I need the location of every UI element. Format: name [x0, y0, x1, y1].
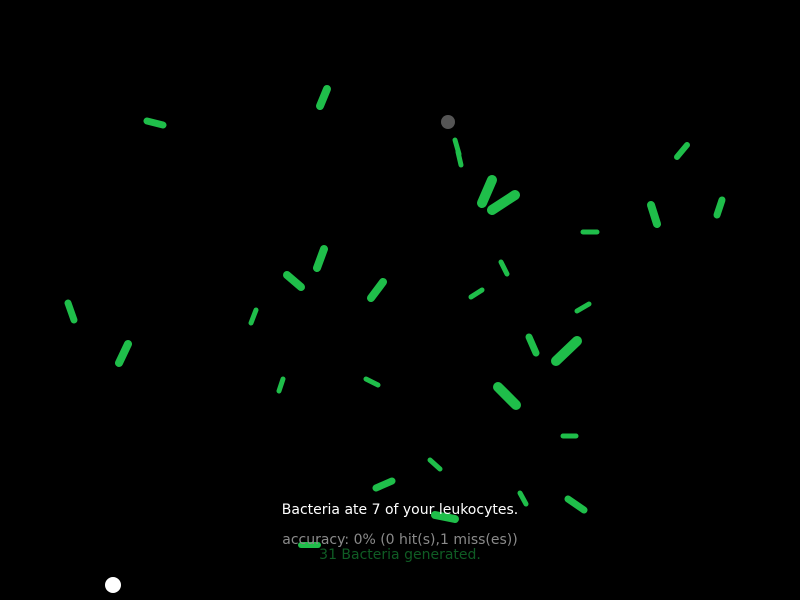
bacterium[interactable] [143, 117, 167, 129]
player-leukocyte[interactable] [105, 577, 121, 593]
game-background [0, 0, 800, 600]
game-field[interactable] [0, 0, 800, 600]
target-marker [441, 115, 455, 129]
bacterium[interactable] [431, 511, 459, 523]
bacterium[interactable] [713, 196, 726, 219]
bacterium[interactable] [455, 149, 464, 168]
